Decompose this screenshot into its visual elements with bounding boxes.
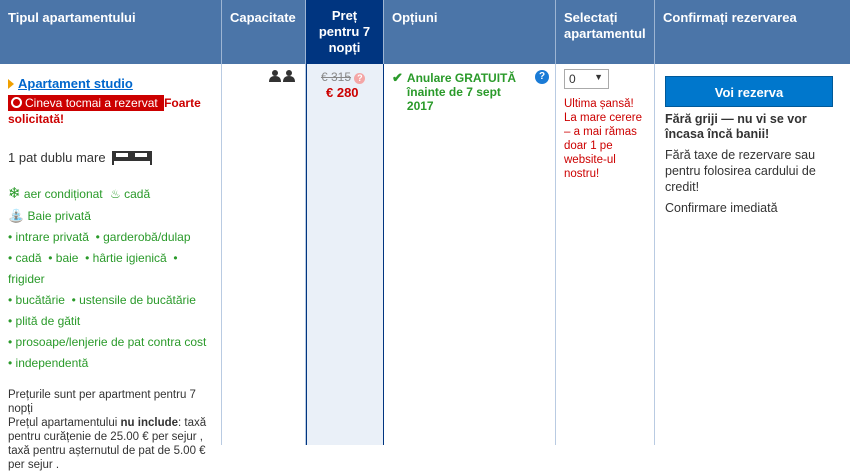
table-header: Tipul apartamentului Capacitate Preț pen… [0, 0, 850, 64]
chevron-down-icon: ▼ [594, 72, 603, 82]
book-button[interactable]: Voi rezerva [665, 76, 833, 107]
header-confirm: Confirmați rezervarea [663, 10, 797, 25]
checkmark-icon: ✔ [392, 70, 403, 85]
booked-badge: Cineva tocmai a rezervat [8, 95, 165, 111]
free-cancel: ✔ Anulare GRATUITĂ înainte de 7 sept 201… [392, 70, 517, 114]
header-room-type: Tipul apartamentului [0, 0, 222, 64]
price-note: Prețurile sunt per apartment pentru 7 no… [8, 389, 196, 415]
help-icon[interactable]: ? [535, 70, 549, 84]
private-bath-row: ⛲ Baie privată [8, 208, 91, 223]
room-quantity-select[interactable]: 0 ▼ [564, 69, 609, 89]
room-name-link[interactable]: Apartament studio [18, 76, 133, 91]
bed-info: 1 pat dublu mare [8, 149, 213, 165]
confirm-cell: Voi rezerva Fără griji — nu vi se vor în… [655, 64, 850, 445]
instant-confirmation: Confirmare imediată [665, 201, 778, 215]
alarm-clock-icon [11, 97, 22, 108]
room-table: Tipul apartamentului Capacitate Preț pen… [0, 0, 850, 471]
select-cell: 0 ▼ Ultima șansă! La mare cerere – a mai… [556, 64, 655, 445]
two-persons-icon [269, 70, 295, 82]
no-charge-text: Fără griji — nu vi se vor încasa încă ba… [665, 112, 807, 141]
amenity-row: • intrare privată • garderobă/dulap [8, 230, 191, 244]
current-price: € 280 [326, 85, 359, 100]
price-cell: € 315 ? € 280 [306, 58, 384, 445]
double-bed-icon [111, 151, 152, 165]
bathtub-icon: ♨ [110, 187, 121, 201]
not-included-note: Prețul apartamentului nu include: taxă p… [8, 417, 207, 471]
header-options: Opțiuni [384, 0, 556, 64]
snowflake-icon: ❄ [8, 185, 21, 202]
old-price: € 315 ? [321, 70, 366, 84]
options-cell: ✔ Anulare GRATUITĂ înainte de 7 sept 201… [384, 64, 556, 445]
amenity-row: • plită de gătit [8, 314, 81, 328]
header-price: Preț pentru 7 nopți [306, 0, 384, 64]
room-name-row: Apartament studio [8, 76, 213, 91]
header-pointer [338, 58, 350, 64]
amenity-row: • bucătărie • ustensile de bucătărie [8, 293, 196, 307]
amenity-row: • prosoape/lenjerie de pat contra cost [8, 335, 207, 349]
capacity-cell [222, 64, 306, 445]
facility-icons-row: ❄ aer condiționat ♨ cadă [8, 185, 151, 202]
header-select: Selectați apartamentul [556, 0, 655, 64]
room-type-cell: Apartament studio Cineva tocmai a rezerv… [0, 64, 222, 471]
last-chance-text: Ultima șansă! La mare cerere – a mai răm… [564, 98, 642, 180]
amenity-row: • cadă • baie • hârtie igienică • frigid… [8, 251, 178, 286]
no-fees-text: Fără taxe de rezervare sau pentru folosi… [665, 148, 816, 194]
amenity-row: • independentă [8, 356, 89, 370]
price-info-icon[interactable]: ? [354, 73, 366, 84]
shower-icon: ⛲ [8, 208, 25, 223]
header-capacity: Capacitate [222, 0, 306, 64]
demand-alert: Cineva tocmai a rezervat Foarte solicita… [8, 95, 213, 127]
caret-right-icon [8, 78, 14, 89]
